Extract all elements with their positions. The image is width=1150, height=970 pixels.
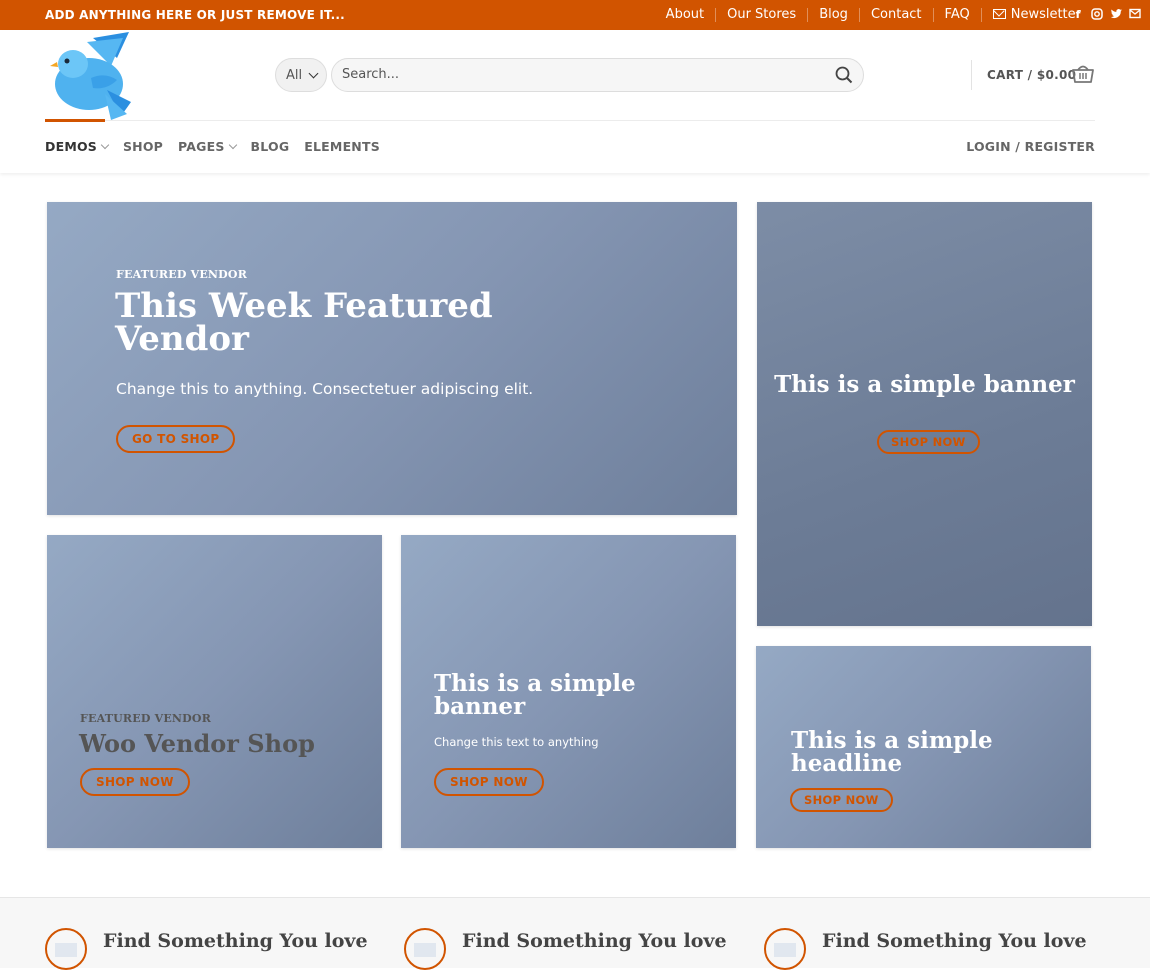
feature-title: Find Something You love — [462, 930, 727, 952]
search-icon[interactable] — [835, 66, 853, 84]
banner-title: This is a simple banner — [774, 371, 1075, 398]
banner-title: This is a simple banner — [434, 670, 636, 720]
search-box — [331, 58, 864, 92]
about-link[interactable]: About — [655, 8, 715, 22]
chevron-down-icon — [228, 140, 237, 149]
vendor-shop-banner: FEATURED VENDOR Woo Vendor Shop SHOP NOW — [47, 535, 382, 848]
top-links: About Our Stores Blog Contact FAQ Newsle… — [655, 0, 1092, 30]
go-to-shop-button[interactable]: GO TO SHOP — [116, 425, 236, 453]
email-icon[interactable] — [1129, 8, 1141, 21]
social-icons: f — [1072, 8, 1141, 21]
shop-now-button[interactable]: SHOP NOW — [434, 768, 544, 796]
feature-item: Find Something You love — [764, 928, 1087, 970]
banner-eyebrow: FEATURED VENDOR — [116, 268, 248, 281]
featured-vendor-banner: FEATURED VENDOR This Week Featured Vendo… — [47, 202, 737, 515]
contact-link[interactable]: Contact — [858, 8, 933, 22]
envelope-icon — [992, 9, 1006, 19]
shop-now-button[interactable]: SHOP NOW — [877, 430, 980, 454]
faq-link[interactable]: FAQ — [932, 8, 981, 22]
login-register-link[interactable]: LOGIN / REGISTER — [966, 139, 1095, 154]
feature-icon — [45, 928, 87, 970]
feature-item: Find Something You love — [45, 928, 368, 970]
banner-title: Woo Vendor Shop — [79, 729, 315, 758]
features-row: Find Something You love Find Something Y… — [0, 897, 1150, 970]
shop-now-button[interactable]: SHOP NOW — [80, 768, 190, 796]
nav-item-pages[interactable]: PAGES — [178, 139, 237, 154]
simple-banner-tall: This is a simple banner SHOP NOW — [757, 202, 1092, 626]
banner-subtitle: Change this text to anything — [434, 735, 599, 749]
nav-label: SHOP — [122, 139, 164, 154]
active-nav-indicator — [45, 119, 105, 122]
banner-eyebrow: FEATURED VENDOR — [80, 712, 212, 725]
nav-item-blog[interactable]: BLOG — [251, 139, 290, 154]
header-divider — [971, 60, 972, 90]
nav-label: PAGES — [178, 139, 225, 154]
nav-label: ELEMENTS — [304, 139, 380, 154]
banner-subtitle: Change this to anything. Consectetuer ad… — [116, 380, 534, 398]
feature-icon — [764, 928, 806, 970]
simple-headline-banner: This is a simple headline SHOP NOW — [756, 646, 1091, 848]
search-input[interactable] — [342, 67, 822, 82]
promo-text: ADD ANYTHING HERE OR JUST REMOVE IT... — [45, 8, 345, 22]
simple-banner: This is a simple banner Change this text… — [401, 535, 736, 848]
banner-title: This is a simple headline — [791, 727, 993, 777]
newsletter-label: Newsletter — [1010, 7, 1081, 22]
nav-item-shop[interactable]: SHOP — [123, 139, 163, 154]
category-select[interactable]: All — [275, 58, 327, 92]
nav-item-elements[interactable]: ELEMENTS — [304, 139, 380, 154]
bird-logo[interactable] — [47, 32, 137, 122]
blog-link[interactable]: Blog — [807, 8, 859, 22]
banner-title: This Week Featured Vendor — [115, 286, 493, 360]
nav-label: DEMOS — [45, 139, 97, 154]
site-header: All CART / $0.00 DEMOS SHOP PAGES BLOG E… — [0, 30, 1150, 173]
twitter-icon[interactable] — [1110, 8, 1122, 21]
our-stores-link[interactable]: Our Stores — [715, 8, 807, 22]
shop-now-button[interactable]: SHOP NOW — [790, 788, 893, 812]
top-bar: ADD ANYTHING HERE OR JUST REMOVE IT... A… — [0, 0, 1150, 30]
header-separator — [45, 120, 1095, 121]
feature-item: Find Something You love — [404, 928, 727, 970]
feature-title: Find Something You love — [822, 930, 1087, 952]
nav-label: BLOG — [250, 139, 290, 154]
feature-icon — [404, 928, 446, 970]
instagram-icon[interactable] — [1091, 8, 1103, 21]
nav-item-demos[interactable]: DEMOS — [45, 139, 110, 154]
basket-icon[interactable] — [1072, 64, 1094, 84]
feature-title: Find Something You love — [103, 930, 368, 952]
chevron-down-icon — [100, 140, 110, 149]
category-select-value: All — [286, 67, 303, 83]
cart-link[interactable]: CART / $0.00 — [987, 68, 1076, 82]
facebook-icon[interactable]: f — [1072, 8, 1084, 21]
chevron-down-icon — [308, 68, 319, 79]
main-nav: DEMOS SHOP PAGES BLOG ELEMENTS — [45, 139, 380, 154]
